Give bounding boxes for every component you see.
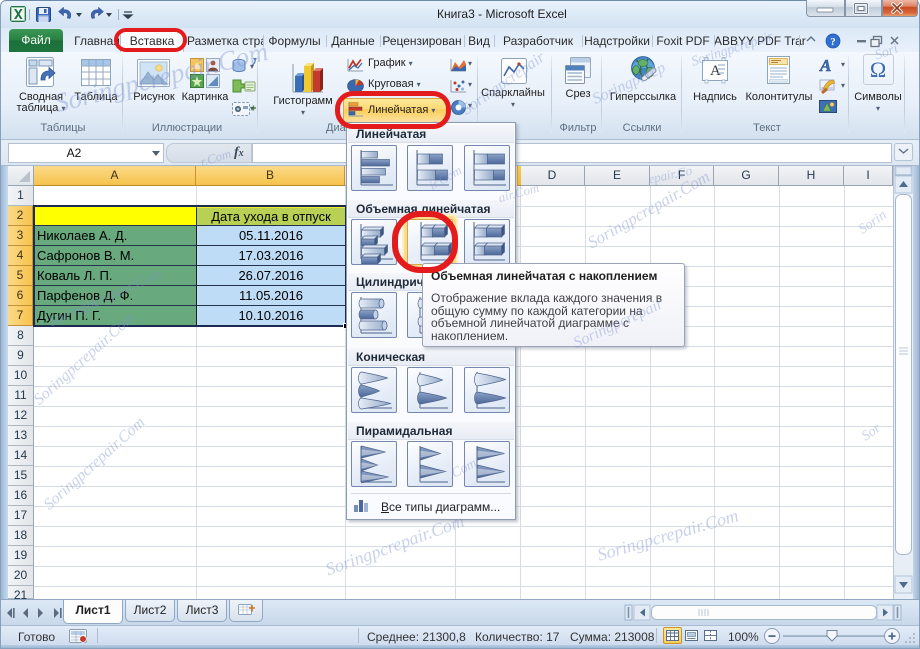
svg-text:A: A xyxy=(819,56,831,75)
svg-text:?: ? xyxy=(830,36,836,48)
